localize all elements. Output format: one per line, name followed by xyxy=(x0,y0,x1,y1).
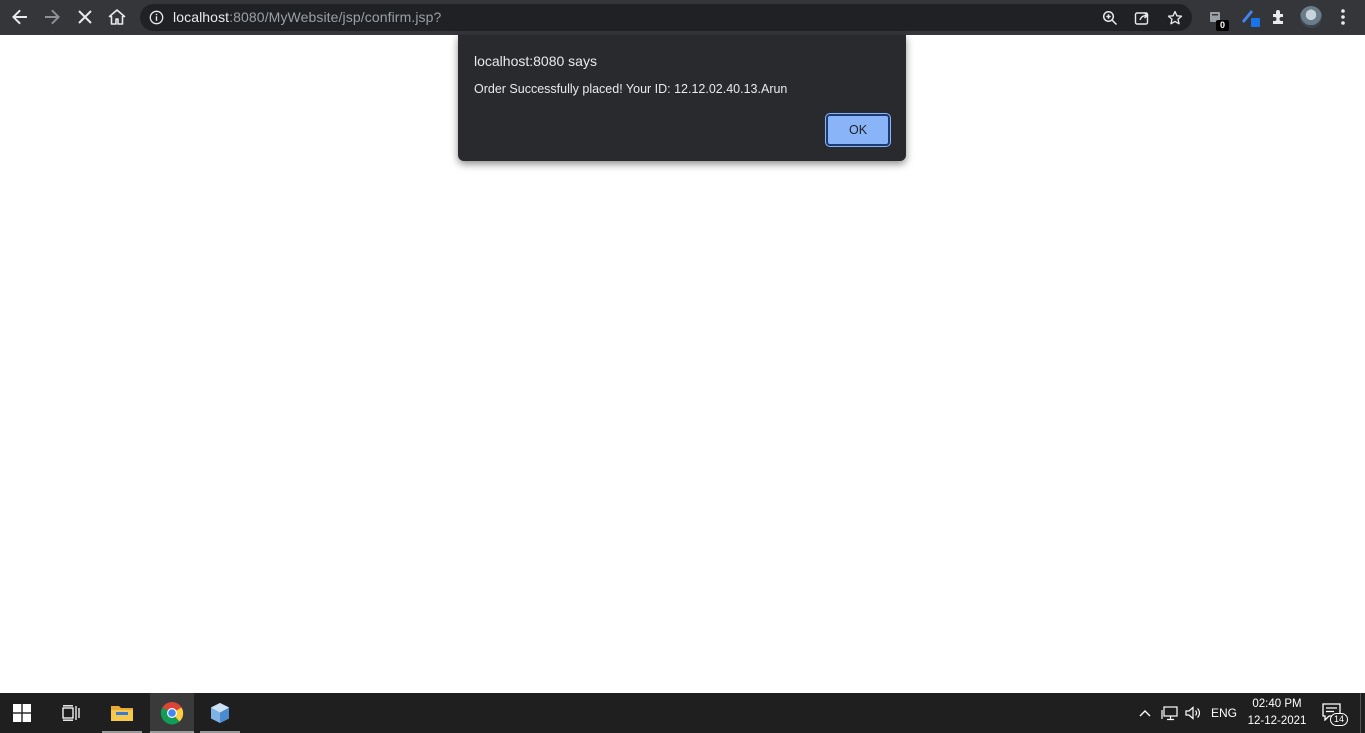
back-arrow-icon xyxy=(12,9,27,25)
chevron-up-icon xyxy=(1139,710,1151,717)
folder-icon xyxy=(111,706,133,721)
app-cube-button[interactable] xyxy=(200,693,240,733)
zoom-icon[interactable] xyxy=(1101,9,1119,27)
network-button[interactable] xyxy=(1160,703,1180,723)
language-indicator[interactable]: ENG xyxy=(1211,706,1237,720)
chrome-button[interactable] xyxy=(150,693,194,733)
back-button[interactable] xyxy=(6,3,34,31)
close-icon xyxy=(78,10,92,24)
menu-dots-icon[interactable] xyxy=(1332,6,1354,28)
cube-icon xyxy=(211,703,229,723)
file-explorer-button[interactable] xyxy=(102,693,142,733)
stop-button[interactable] xyxy=(71,3,99,31)
task-view-button[interactable] xyxy=(51,693,91,733)
start-button[interactable] xyxy=(2,693,42,733)
chrome-icon xyxy=(160,702,184,725)
alert-dialog: localhost:8080 says Order Successfully p… xyxy=(458,35,906,161)
profile-avatar[interactable] xyxy=(1300,6,1322,28)
clock-date: 12-12-2021 xyxy=(1247,715,1307,727)
pen-extension-icon[interactable] xyxy=(1239,6,1261,28)
notification-count-badge: 14 xyxy=(1330,713,1348,726)
home-button[interactable] xyxy=(103,3,131,31)
site-info-icon[interactable] xyxy=(149,10,164,30)
url-host: localhost xyxy=(173,9,230,25)
clock[interactable]: 02:40 PM 12-12-2021 xyxy=(1242,696,1312,730)
dialog-message: Order Successfully placed! Your ID: 12.1… xyxy=(474,82,788,96)
taskbar: ENG 02:40 PM 12-12-2021 14 xyxy=(0,693,1365,733)
extension-badge: 0 xyxy=(1216,20,1229,31)
browser-toolbar: localhost:8080/MyWebsite/jsp/confirm.jsp… xyxy=(0,0,1365,35)
task-view-icon xyxy=(62,705,80,721)
speaker-icon xyxy=(1185,706,1200,720)
bookmark-star-icon[interactable] xyxy=(1166,9,1184,27)
share-icon[interactable] xyxy=(1133,9,1151,27)
puzzle-icon[interactable] xyxy=(1268,6,1290,28)
url-text[interactable]: localhost:8080/MyWebsite/jsp/confirm.jsp… xyxy=(173,9,441,26)
show-hidden-icons-button[interactable] xyxy=(1137,703,1153,723)
url-path: :8080/MyWebsite/jsp/confirm.jsp? xyxy=(229,9,442,25)
network-icon xyxy=(1161,706,1178,721)
dialog-title: localhost:8080 says xyxy=(474,53,597,69)
show-desktop-button[interactable] xyxy=(1360,693,1365,733)
clock-time: 02:40 PM xyxy=(1252,698,1302,710)
volume-button[interactable] xyxy=(1183,703,1203,723)
home-icon xyxy=(108,9,126,25)
ok-button[interactable]: OK xyxy=(825,113,891,147)
forward-arrow-icon xyxy=(45,9,60,25)
windows-icon xyxy=(13,704,31,722)
forward-button[interactable] xyxy=(38,3,66,31)
address-bar[interactable]: localhost:8080/MyWebsite/jsp/confirm.jsp… xyxy=(140,4,1192,31)
